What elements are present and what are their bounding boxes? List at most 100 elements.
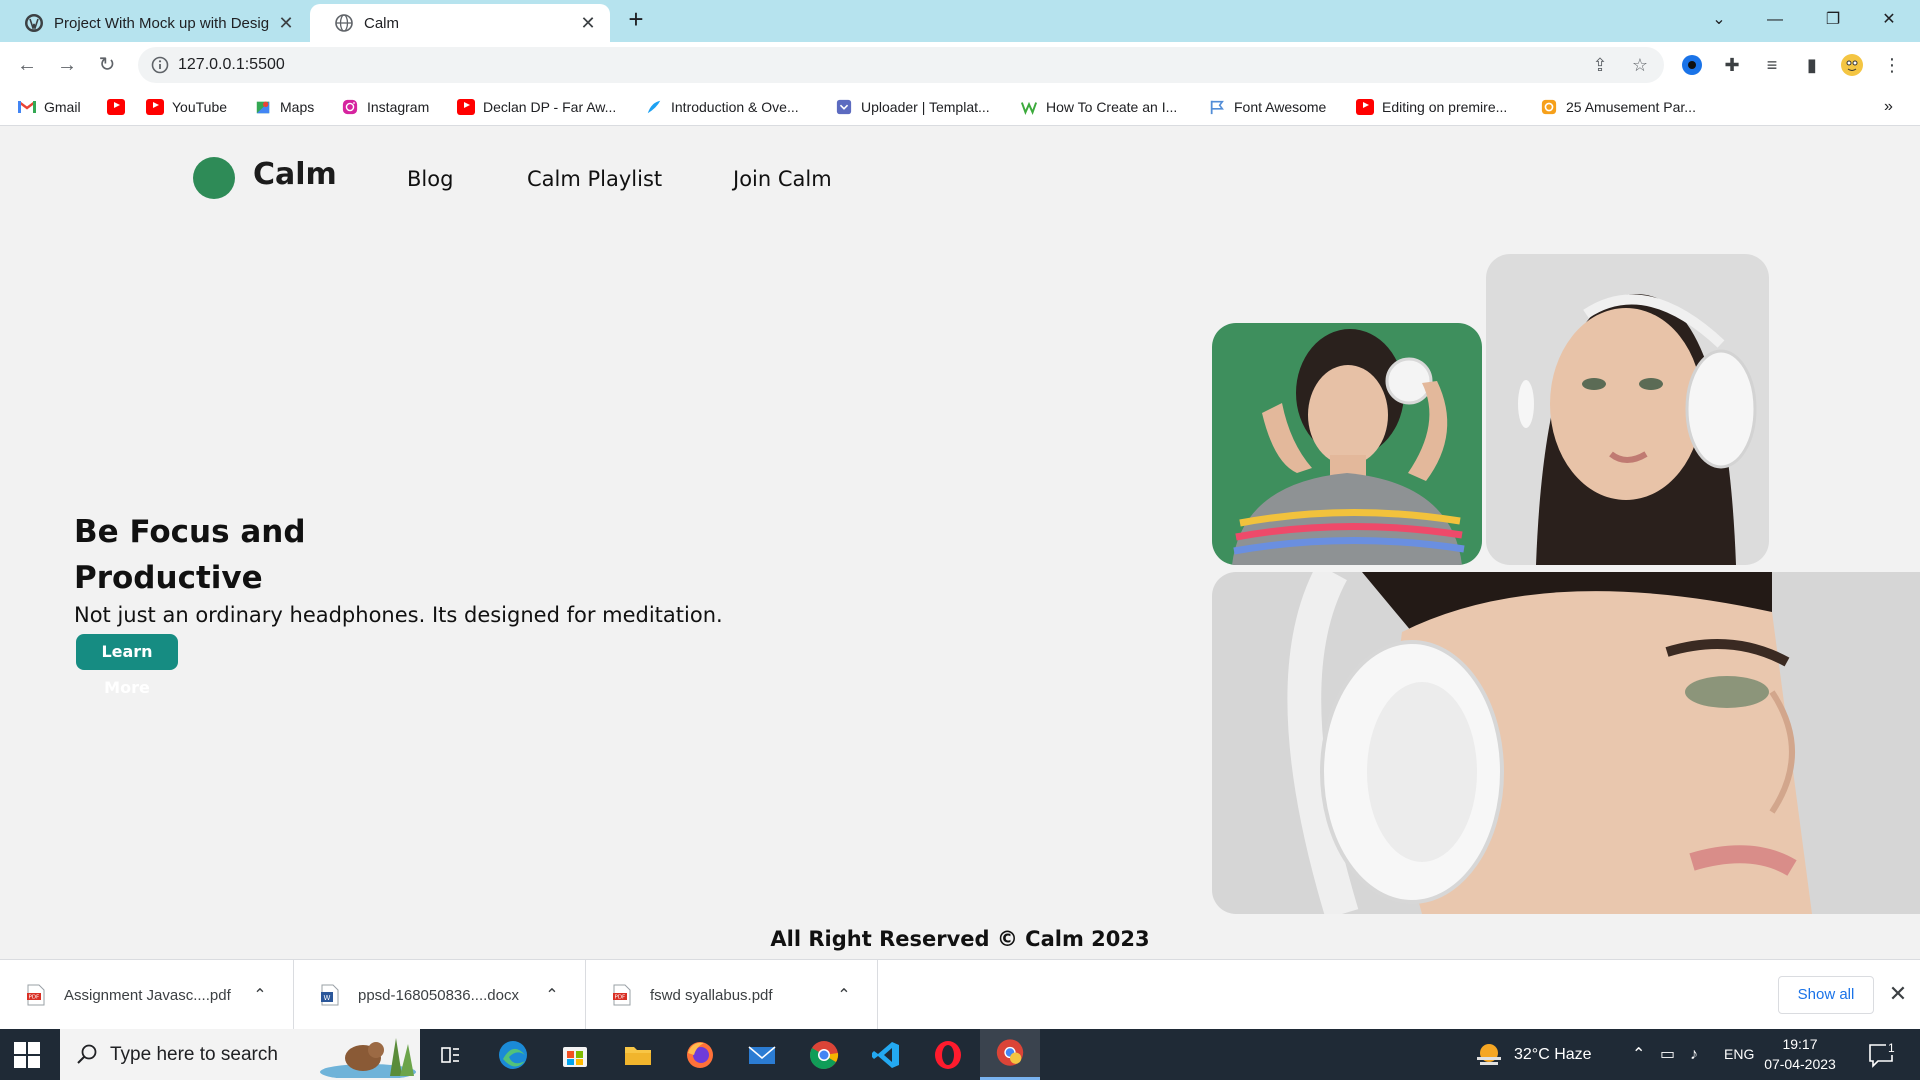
weather-icon[interactable] <box>1474 1037 1504 1073</box>
tab-title: Project With Mock up with Desig <box>54 14 270 32</box>
bookmark-editing[interactable]: Editing on premire... <box>1356 96 1507 118</box>
download-item[interactable]: PDF Assignment Javasc....pdf ⌃ <box>0 960 294 1030</box>
downloads-bar: PDF Assignment Javasc....pdf ⌃ W ppsd-16… <box>0 959 1920 1030</box>
language-indicator[interactable]: ENG <box>1724 1029 1754 1080</box>
gmail-icon <box>18 101 36 113</box>
new-tab-button[interactable]: + <box>622 6 650 34</box>
bookmark-declan[interactable]: Declan DP - Far Aw... <box>457 96 616 118</box>
hero-title: Be Focus and Productive <box>74 514 306 596</box>
instagram-icon <box>342 99 358 115</box>
tab-project-mockup[interactable]: Project With Mock up with Desig ✕ <box>0 4 308 42</box>
clock-date: 07-04-2023 <box>1764 1056 1836 1072</box>
learn-more-button[interactable]: Learn More <box>76 634 178 697</box>
bookmark-introduction[interactable]: Introduction & Ove... <box>645 96 799 118</box>
bookmark-font-awesome[interactable]: Font Awesome <box>1208 96 1326 118</box>
windows-taskbar: Type here to search 32°C Haze ⌃ ▭ ♪ ENG … <box>0 1029 1920 1080</box>
docx-file-icon: W <box>321 984 339 1006</box>
opera-icon[interactable] <box>930 1037 966 1073</box>
nav-calm-playlist[interactable]: Calm Playlist <box>527 167 662 191</box>
tab-title: Calm <box>364 14 400 32</box>
media-control-icon[interactable]: ≡ <box>1760 53 1784 77</box>
bookmark-star-icon[interactable]: ☆ <box>1630 55 1650 75</box>
edge-icon[interactable] <box>495 1037 531 1073</box>
chevron-up-icon[interactable]: ⌃ <box>831 985 857 1005</box>
bookmark-amusement[interactable]: 25 Amusement Par... <box>1540 96 1696 118</box>
globe-icon <box>335 14 353 32</box>
photo-woman-grey <box>1486 254 1769 565</box>
youtube-icon <box>107 99 125 115</box>
notification-count: 1 <box>1886 1041 1897 1055</box>
profile-avatar[interactable] <box>1840 53 1864 77</box>
hero-subtitle: Not just an ordinary headphones. Its des… <box>74 603 723 627</box>
store-icon[interactable] <box>557 1037 593 1073</box>
back-button[interactable]: ← <box>13 51 41 79</box>
tab-strip: Project With Mock up with Desig ✕ Calm ✕… <box>0 0 1920 42</box>
url-text[interactable]: 127.0.0.1:5500 <box>178 47 285 83</box>
uploader-icon <box>836 99 852 115</box>
site-info-icon[interactable] <box>150 55 170 75</box>
maps-icon <box>256 101 270 114</box>
search-icon <box>77 1044 97 1064</box>
chrome-icon[interactable] <box>806 1037 842 1073</box>
address-bar[interactable]: 127.0.0.1:5500 ⇪ ☆ <box>138 47 1664 83</box>
close-tab-icon[interactable]: ✕ <box>276 13 296 34</box>
extension-icon[interactable] <box>1680 53 1704 77</box>
reload-button[interactable]: ↻ <box>93 51 121 79</box>
pdf-file-icon: PDF <box>613 984 631 1006</box>
logo-circle <box>193 157 235 199</box>
bookmark-youtube[interactable]: YouTube <box>146 96 227 118</box>
chevron-up-icon[interactable]: ⌃ <box>247 985 273 1005</box>
bookmark-gmail[interactable]: Gmail <box>18 96 81 118</box>
site-logo[interactable]: Calm <box>253 157 337 192</box>
youtube-icon <box>457 99 475 115</box>
vscode-icon[interactable] <box>868 1037 904 1073</box>
forward-button[interactable]: → <box>53 51 81 79</box>
close-downloads-icon[interactable]: ✕ <box>1884 980 1912 1008</box>
wordpress-icon <box>25 14 43 32</box>
menu-kebab-icon[interactable]: ⋮ <box>1880 53 1904 77</box>
tab-calm[interactable]: Calm ✕ <box>310 4 610 42</box>
windows-start-icon[interactable] <box>14 1042 40 1068</box>
bookmark-instagram[interactable]: Instagram <box>341 96 429 118</box>
side-panel-icon[interactable]: ▮ <box>1800 53 1824 77</box>
tab-search-icon[interactable]: ⌄ <box>1692 0 1746 40</box>
restore-button[interactable]: ❐ <box>1806 0 1860 40</box>
notifications-button[interactable]: 1 <box>1866 1029 1906 1080</box>
bookmark-how-to[interactable]: How To Create an I... <box>1020 96 1177 118</box>
footer-copyright: All Right Reserved © Calm 2023 <box>770 927 1150 951</box>
firefox-icon[interactable] <box>682 1037 718 1073</box>
youtube-icon <box>1356 99 1374 115</box>
download-item[interactable]: W ppsd-168050836....docx ⌃ <box>294 960 586 1030</box>
chevron-up-icon[interactable]: ⌃ <box>1632 1029 1645 1080</box>
browser-toolbar: ← → ↻ 127.0.0.1:5500 ⇪ ☆ ✚ ≡ ▮ ⋮ <box>0 42 1920 88</box>
extensions-puzzle-icon[interactable]: ✚ <box>1720 53 1744 77</box>
more-bookmarks-button[interactable]: » <box>1884 96 1893 118</box>
minimize-button[interactable]: — <box>1748 0 1802 40</box>
amusement-icon <box>1541 99 1557 115</box>
bookmark-maps[interactable]: Maps <box>254 96 314 118</box>
battery-icon[interactable]: ▭ <box>1660 1029 1675 1080</box>
volume-icon[interactable]: ♪ <box>1690 1029 1698 1080</box>
bookmarks-bar: Gmail YouTube Maps Instagram Declan DP -… <box>0 88 1920 126</box>
feather-icon <box>647 100 661 114</box>
task-view-icon[interactable] <box>432 1037 468 1073</box>
mail-icon[interactable] <box>744 1037 780 1073</box>
share-icon[interactable]: ⇪ <box>1590 55 1610 75</box>
taskbar-search-box[interactable]: Type here to search <box>60 1029 420 1080</box>
download-item[interactable]: PDF fswd syallabus.pdf ⌃ <box>586 960 878 1030</box>
bookmark-youtube-1[interactable] <box>107 96 133 118</box>
nav-join-calm[interactable]: Join Calm <box>733 167 832 191</box>
clock-time: 19:17 <box>1782 1036 1818 1052</box>
chevron-up-icon[interactable]: ⌃ <box>539 985 565 1005</box>
svg-text:PDF: PDF <box>29 995 40 1001</box>
file-explorer-icon[interactable] <box>620 1037 656 1073</box>
nav-blog[interactable]: Blog <box>407 167 453 191</box>
weather-text[interactable]: 32°C Haze <box>1514 1029 1592 1080</box>
bookmark-uploader[interactable]: Uploader | Templat... <box>835 96 990 118</box>
close-window-button[interactable]: ✕ <box>1862 0 1916 40</box>
close-tab-icon[interactable]: ✕ <box>578 13 598 34</box>
show-all-button[interactable]: Show all <box>1778 976 1874 1014</box>
system-clock[interactable]: 19:17 07-04-2023 <box>1760 1034 1840 1074</box>
svg-text:W: W <box>324 994 331 1002</box>
chrome-profile-icon[interactable] <box>980 1029 1040 1080</box>
